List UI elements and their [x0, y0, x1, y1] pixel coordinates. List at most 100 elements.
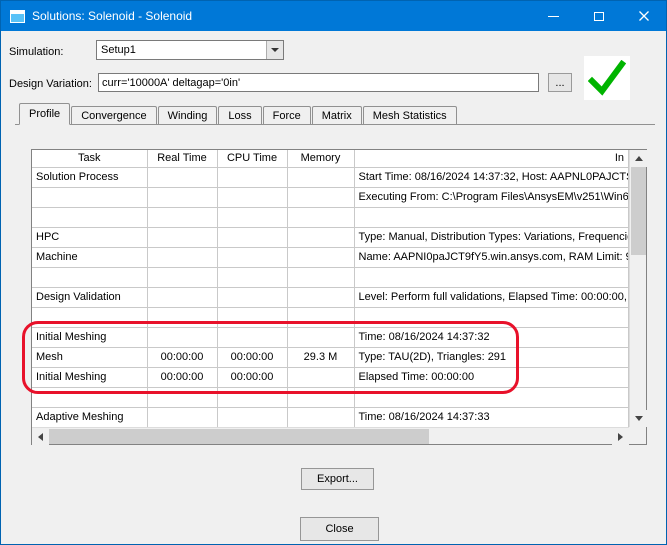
table-row[interactable]: HPC Type: Manual, Distribution Types: Var…: [32, 227, 629, 248]
table-cell: [217, 187, 288, 208]
tab-winding[interactable]: Winding: [157, 106, 218, 124]
scrollbar-corner: [629, 427, 646, 444]
table-cell: Level: Perform full validations, Elapsed…: [354, 287, 629, 308]
profile-table-viewport: Task Real Time CPU Time Memory In Soluti…: [32, 150, 629, 427]
table-cell: [217, 227, 288, 248]
table-row[interactable]: [32, 387, 629, 408]
maximize-button[interactable]: [576, 1, 621, 31]
table-cell: [147, 267, 218, 288]
scroll-right-button[interactable]: [612, 428, 629, 445]
design-variation-field[interactable]: [98, 73, 539, 92]
table-cell: [287, 207, 355, 228]
table-cell: [147, 327, 218, 348]
minimize-button[interactable]: [531, 1, 576, 31]
table-row[interactable]: [32, 267, 629, 288]
table-row[interactable]: [32, 307, 629, 328]
table-row[interactable]: Executing From: C:\Program Files\AnsysEM…: [32, 187, 629, 208]
simulation-select[interactable]: Setup1: [96, 40, 284, 60]
table-cell: [147, 187, 218, 208]
profile-table-container: Task Real Time CPU Time Memory In Soluti…: [31, 149, 647, 445]
table-cell: HPC: [32, 227, 148, 248]
table-cell: [217, 287, 288, 308]
table-cell: [287, 247, 355, 268]
tab-force[interactable]: Force: [262, 106, 311, 124]
scroll-left-button[interactable]: [32, 428, 49, 445]
table-cell: [287, 407, 355, 427]
table-cell: [354, 307, 629, 328]
horizontal-scrollbar-thumb[interactable]: [49, 429, 429, 444]
table-cell: [287, 227, 355, 248]
table-cell: Time: 08/16/2024 14:37:33: [354, 407, 629, 427]
table-cell: [147, 387, 218, 408]
tab-profile[interactable]: Profile: [19, 103, 71, 125]
table-cell: [147, 407, 218, 427]
column-header-memory: Memory: [287, 150, 355, 168]
arrow-right-icon: [618, 432, 623, 441]
titlebar[interactable]: Solutions: Solenoid - Solenoid: [1, 1, 666, 31]
table-cell: [32, 267, 148, 288]
table-cell: Initial Meshing: [32, 367, 148, 388]
table-cell: Elapsed Time: 00:00:00: [354, 367, 629, 388]
scroll-down-button[interactable]: [630, 410, 647, 427]
table-cell: [217, 327, 288, 348]
table-cell: [217, 307, 288, 328]
close-window-button[interactable]: [621, 1, 666, 31]
vertical-scrollbar[interactable]: [629, 150, 647, 427]
table-cell: [217, 387, 288, 408]
table-cell: [354, 207, 629, 228]
simulation-dropdown-button[interactable]: [266, 41, 283, 59]
table-cell: 00:00:00: [217, 347, 288, 368]
table-cell: Design Validation: [32, 287, 148, 308]
design-variation-browse-button[interactable]: ...: [548, 73, 572, 92]
table-row[interactable]: Mesh 00:00:00 00:00:00 29.3 M Type: TAU(2D),…: [32, 347, 629, 368]
tab-convergence[interactable]: Convergence: [71, 106, 157, 124]
table-row[interactable]: Initial Meshing Time: 08/16/2024 14:37:32: [32, 327, 629, 348]
table-row[interactable]: Solution Process Start Time: 08/16/2024 1…: [32, 167, 629, 188]
table-cell: [287, 387, 355, 408]
maximize-icon: [593, 11, 604, 21]
column-header-task: Task: [32, 150, 148, 168]
column-header-information: In: [354, 150, 629, 168]
table-cell: 29.3 M: [287, 347, 355, 368]
app-icon: [10, 9, 25, 23]
tab-bar: Profile Convergence Winding Loss Force M…: [15, 103, 655, 125]
table-cell: [32, 307, 148, 328]
scroll-up-button[interactable]: [630, 150, 647, 167]
table-cell: [287, 187, 355, 208]
table-cell: [287, 307, 355, 328]
column-header-cpu-time: CPU Time: [217, 150, 288, 168]
export-button[interactable]: Export...: [301, 468, 374, 490]
table-cell: [147, 227, 218, 248]
table-cell: [354, 387, 629, 408]
table-row[interactable]: Design Validation Level: Perform full val…: [32, 287, 629, 308]
green-check-icon: [588, 60, 626, 96]
table-cell: Time: 08/16/2024 14:37:32: [354, 327, 629, 348]
table-cell: [147, 167, 218, 188]
vertical-scrollbar-thumb[interactable]: [631, 167, 646, 255]
table-cell: Initial Meshing: [32, 327, 148, 348]
table-cell: [287, 367, 355, 388]
table-cell: [287, 287, 355, 308]
close-button[interactable]: Close: [300, 517, 379, 541]
table-cell: [32, 187, 148, 208]
table-row[interactable]: Adaptive Meshing Time: 08/16/2024 14:37:3…: [32, 407, 629, 427]
table-cell: Machine: [32, 247, 148, 268]
close-icon: [638, 11, 649, 21]
tab-matrix[interactable]: Matrix: [311, 106, 362, 124]
tab-mesh-statistics[interactable]: Mesh Statistics: [362, 106, 457, 124]
arrow-up-icon: [634, 156, 643, 161]
table-row[interactable]: Initial Meshing 00:00:00 00:00:00 Elapsed T…: [32, 367, 629, 388]
table-cell: 00:00:00: [147, 367, 218, 388]
table-cell: 00:00:00: [217, 367, 288, 388]
window-title: Solutions: Solenoid - Solenoid: [32, 9, 193, 23]
table-cell: Executing From: C:\Program Files\AnsysEM…: [354, 187, 629, 208]
table-row[interactable]: Machine Name: AAPNI0paJCT9fY5.win.ansys.c…: [32, 247, 629, 268]
table-cell: [217, 407, 288, 427]
horizontal-scrollbar[interactable]: [32, 427, 629, 445]
table-cell: [147, 307, 218, 328]
solutions-dialog: Solutions: Solenoid - Solenoid Simulatio…: [0, 0, 667, 545]
table-cell: [147, 287, 218, 308]
table-cell: Adaptive Meshing: [32, 407, 148, 427]
table-row[interactable]: [32, 207, 629, 228]
tab-loss[interactable]: Loss: [218, 106, 262, 124]
